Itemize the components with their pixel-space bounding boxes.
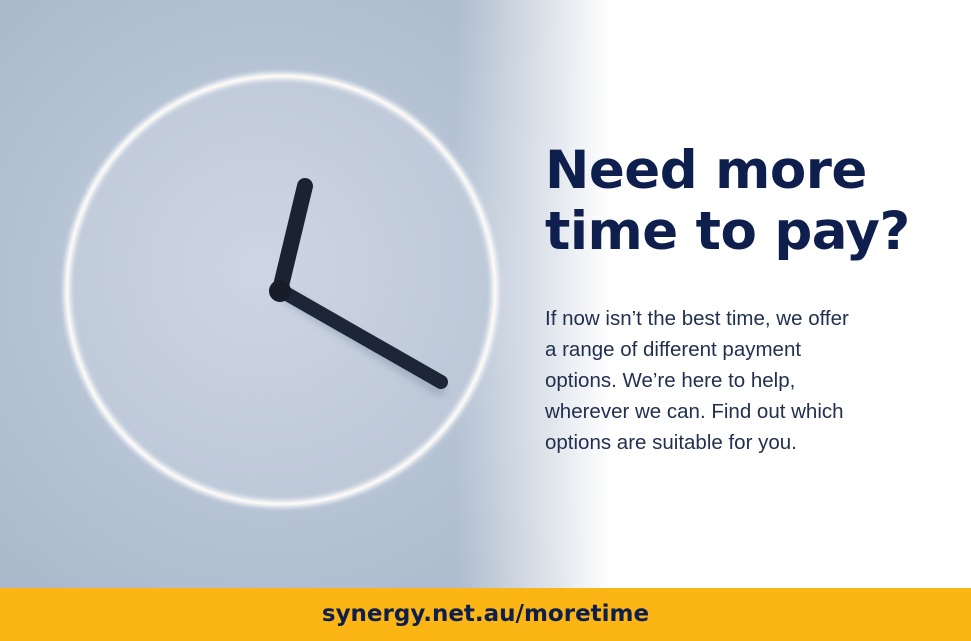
body-copy: If now isn’t the best time, we offer a r…: [545, 303, 945, 458]
headline-line: Need more: [545, 140, 867, 201]
headline-line: time to pay?: [545, 201, 910, 262]
promo-banner: Need more time to pay? If now isn’t the …: [0, 0, 971, 641]
body-line: options. We’re here to help,: [545, 369, 796, 392]
hand-hub: [269, 280, 291, 302]
body-line: wherever we can. Find out which: [545, 400, 844, 423]
body-line: a range of different payment: [545, 338, 802, 361]
footer-band: synergy.net.au/moretime: [0, 588, 971, 641]
footer-url-link[interactable]: synergy.net.au/moretime: [322, 599, 649, 629]
body-line: options are suitable for you.: [545, 431, 797, 454]
clock-icon: [63, 72, 499, 508]
headline: Need more time to pay?: [545, 140, 945, 262]
background-photo: [0, 0, 971, 588]
body-line: If now isn’t the best time, we offer: [545, 307, 849, 330]
